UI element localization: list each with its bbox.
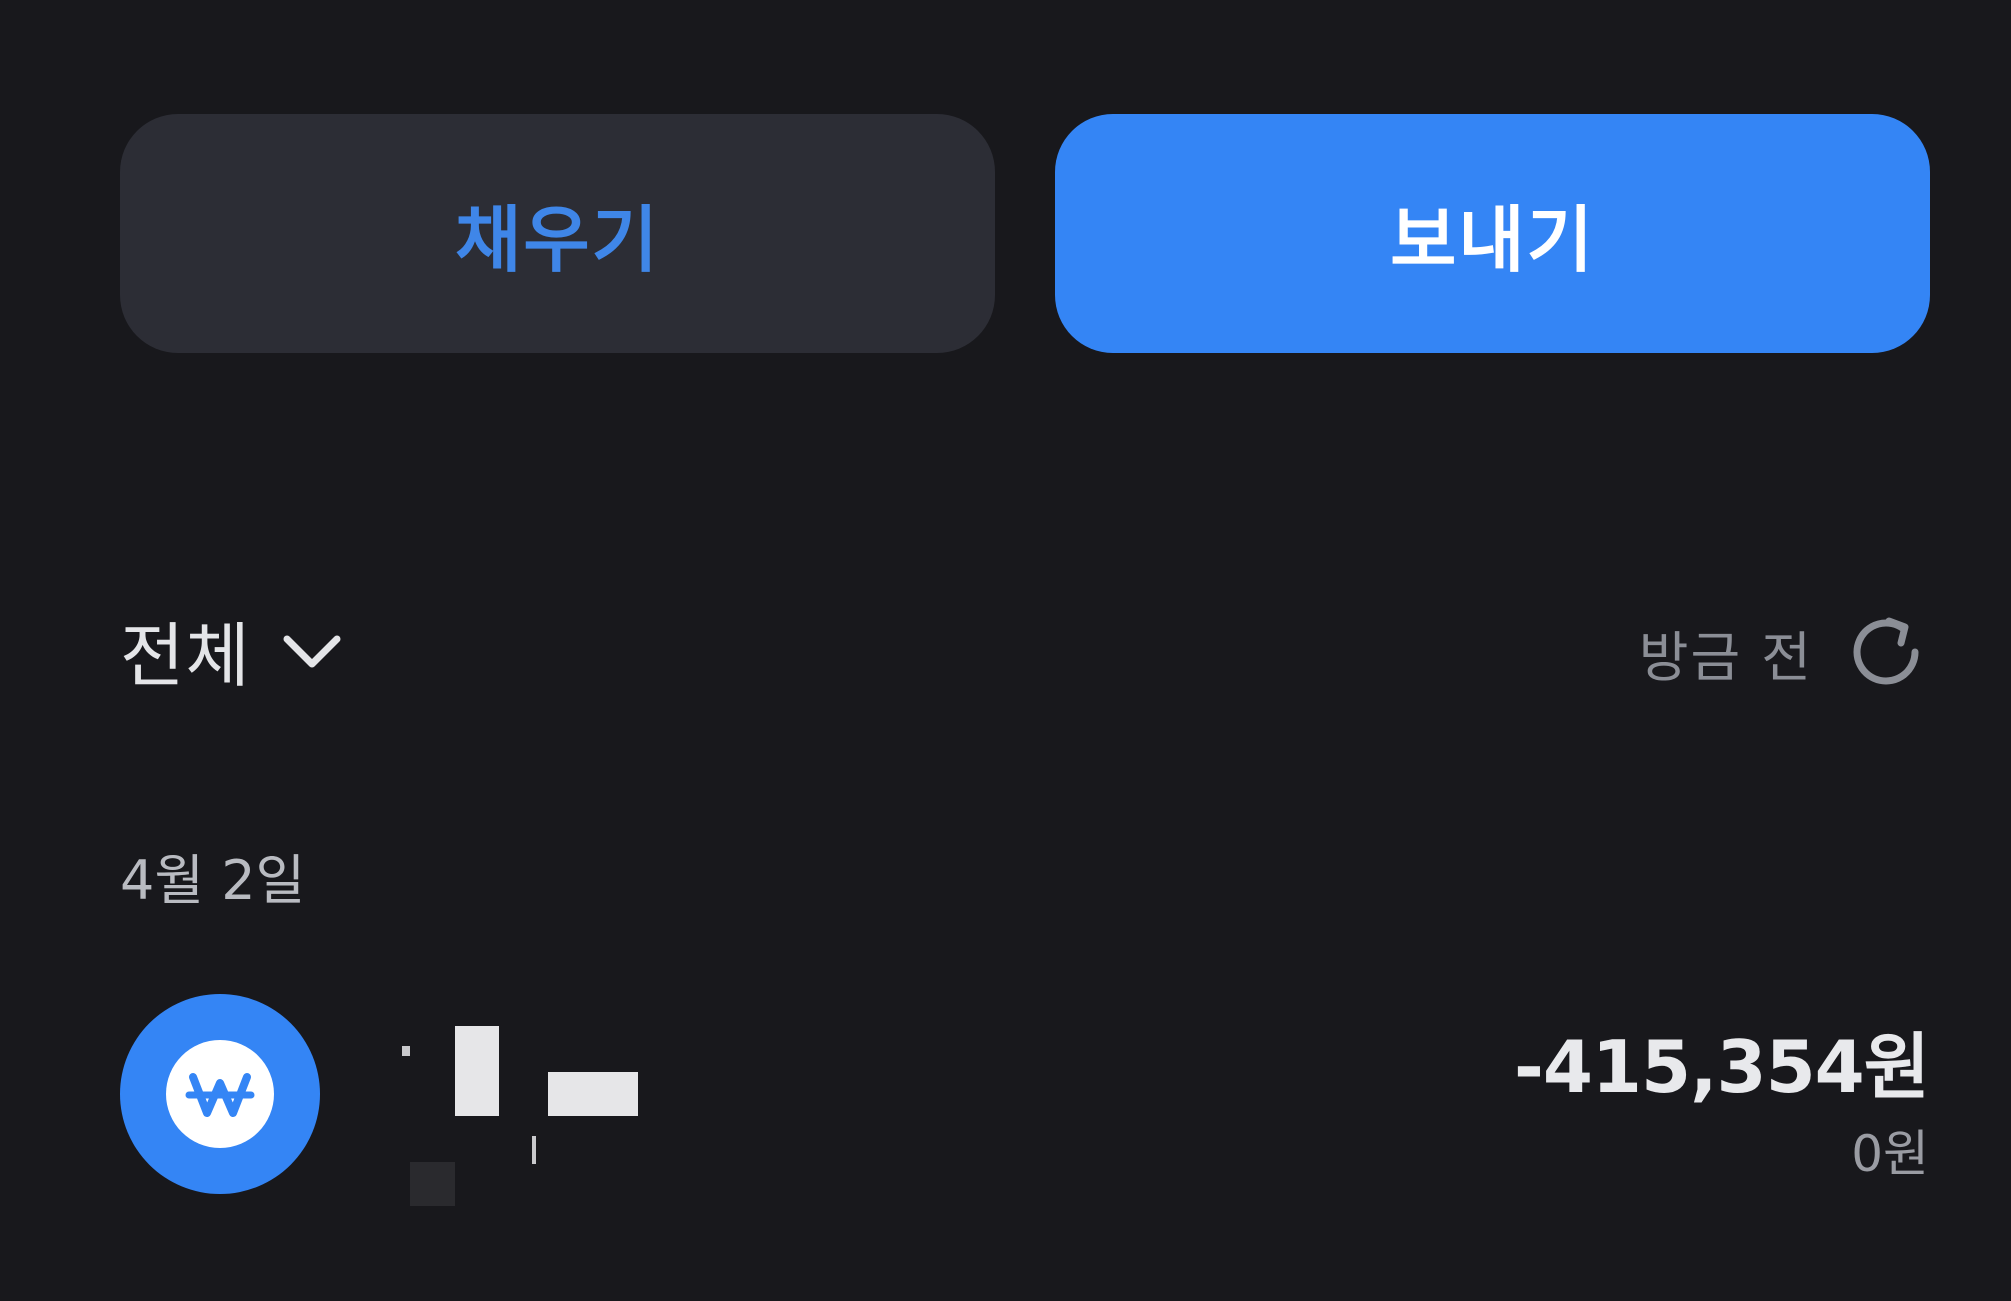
- filter-selected-label: 전체: [120, 614, 251, 697]
- balance-after: 0원: [1851, 1125, 1929, 1183]
- date-header: 4월 2일: [120, 849, 306, 912]
- redacted-name-block-2: [548, 1072, 638, 1116]
- refresh-control[interactable]: 방금 전: [1639, 604, 1929, 700]
- last-updated-label: 방금 전: [1638, 625, 1813, 689]
- redacted-name-mark: [402, 1046, 410, 1056]
- filter-dropdown[interactable]: 전체: [120, 600, 347, 700]
- redacted-name-block: [455, 1026, 499, 1116]
- transaction-avatar: [120, 994, 320, 1194]
- fill-button[interactable]: 채우기: [120, 114, 995, 353]
- redacted-memo-block: [410, 1162, 455, 1206]
- won-icon: [185, 1073, 255, 1117]
- avatar-inner: [166, 1040, 274, 1148]
- redacted-memo-mark: [532, 1136, 536, 1164]
- send-button-label: 보내기: [1390, 198, 1595, 282]
- refresh-icon[interactable]: [1843, 609, 1929, 695]
- transaction-amount: -415,354원: [1513, 1025, 1930, 1109]
- fill-button-label: 채우기: [455, 198, 660, 282]
- transaction-row[interactable]: -415,354원 0원: [120, 994, 1930, 1206]
- send-button[interactable]: 보내기: [1055, 114, 1930, 353]
- chevron-down-icon: [283, 635, 341, 668]
